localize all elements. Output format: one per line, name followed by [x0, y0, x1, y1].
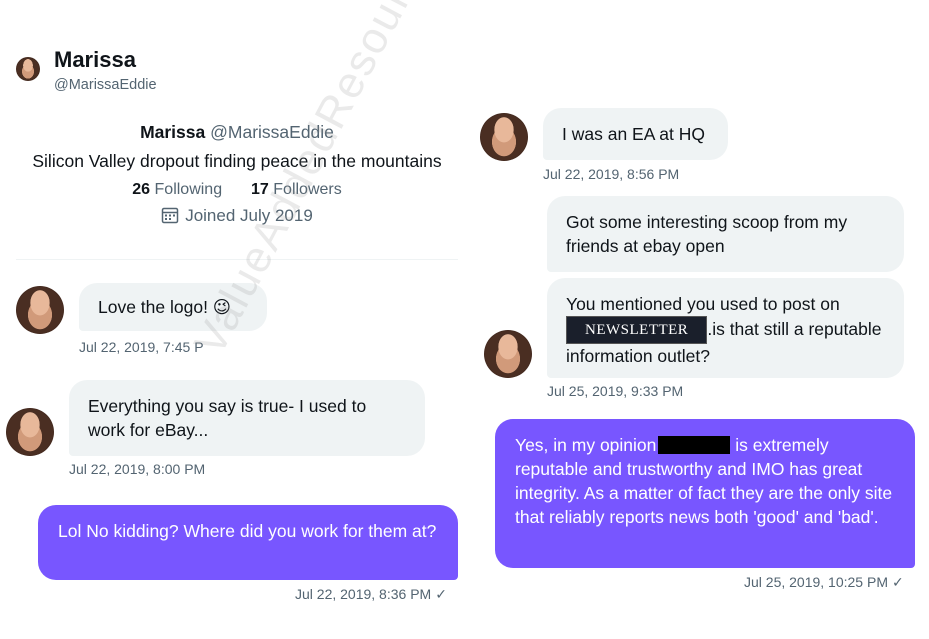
message-bubble-received: Love the logo! 😉: [79, 283, 267, 331]
message-time: Jul 22, 2019, 8:36 PM: [295, 586, 432, 602]
message-timestamp: Jul 22, 2019, 8:56 PM: [543, 166, 680, 182]
message-timestamp: Jul 22, 2019, 8:00 PM: [69, 461, 206, 477]
profile-stats: 26 Following 17 Followers: [0, 179, 474, 201]
message-bubble-sent: Yes, in my opinion is extremely reputabl…: [495, 419, 915, 568]
profile-card: Marissa @MarissaEddie Silicon Valley dro…: [0, 120, 474, 229]
message-timestamp: Jul 25, 2019, 9:33 PM: [547, 383, 684, 399]
message-bubble-received: Everything you say is true- I used to wo…: [69, 380, 425, 456]
header-handle: @MarissaEddie: [54, 77, 157, 93]
profile-joined: Joined July 2019: [185, 206, 313, 225]
message-text-before: You mentioned you used to post on: [566, 294, 840, 314]
redaction-bar: [658, 436, 731, 454]
profile-name-line: Marissa @MarissaEddie: [0, 120, 474, 144]
header-name: Marissa: [54, 47, 136, 72]
message-avatar[interactable]: [6, 408, 54, 456]
message-avatar[interactable]: [480, 113, 528, 161]
message-bubble-received: You mentioned you used to post on NEWSLE…: [547, 278, 904, 378]
following-label: Following: [154, 181, 223, 198]
following-count: 26: [132, 181, 151, 198]
message-bubble-received: I was an EA at HQ: [543, 108, 728, 160]
followers-label: Followers: [273, 181, 342, 198]
message-text-before: Yes, in my opinion: [515, 435, 657, 455]
following-link[interactable]: 26 Following: [132, 181, 226, 198]
followers-count: 17: [251, 181, 269, 198]
message-timestamp: Jul 22, 2019, 7:45 P: [79, 339, 204, 355]
divider: [16, 259, 458, 260]
profile-joined-row: Joined July 2019: [0, 206, 474, 229]
message-bubble-sent: Lol No kidding? Where did you work for t…: [38, 505, 458, 580]
profile-handle[interactable]: @MarissaEddie: [210, 122, 334, 142]
header-avatar[interactable]: [16, 57, 40, 81]
message-avatar[interactable]: [484, 330, 532, 378]
profile-name[interactable]: Marissa: [140, 122, 205, 142]
check-icon: ✓: [435, 586, 447, 602]
followers-link[interactable]: 17 Followers: [251, 181, 342, 198]
message-timestamp: Jul 22, 2019, 8:36 PM ✓: [295, 586, 447, 603]
message-time: Jul 25, 2019, 10:25 PM: [744, 574, 888, 590]
message-avatar[interactable]: [16, 286, 64, 334]
message-bubble-received: Got some interesting scoop from my frien…: [547, 196, 904, 272]
profile-bio: Silicon Valley dropout finding peace in …: [32, 151, 442, 171]
calendar-icon: [161, 206, 179, 229]
message-timestamp: Jul 25, 2019, 10:25 PM ✓: [744, 574, 904, 591]
check-icon: ✓: [892, 574, 904, 590]
redacted-newsletter: NEWSLETTER: [566, 316, 708, 344]
